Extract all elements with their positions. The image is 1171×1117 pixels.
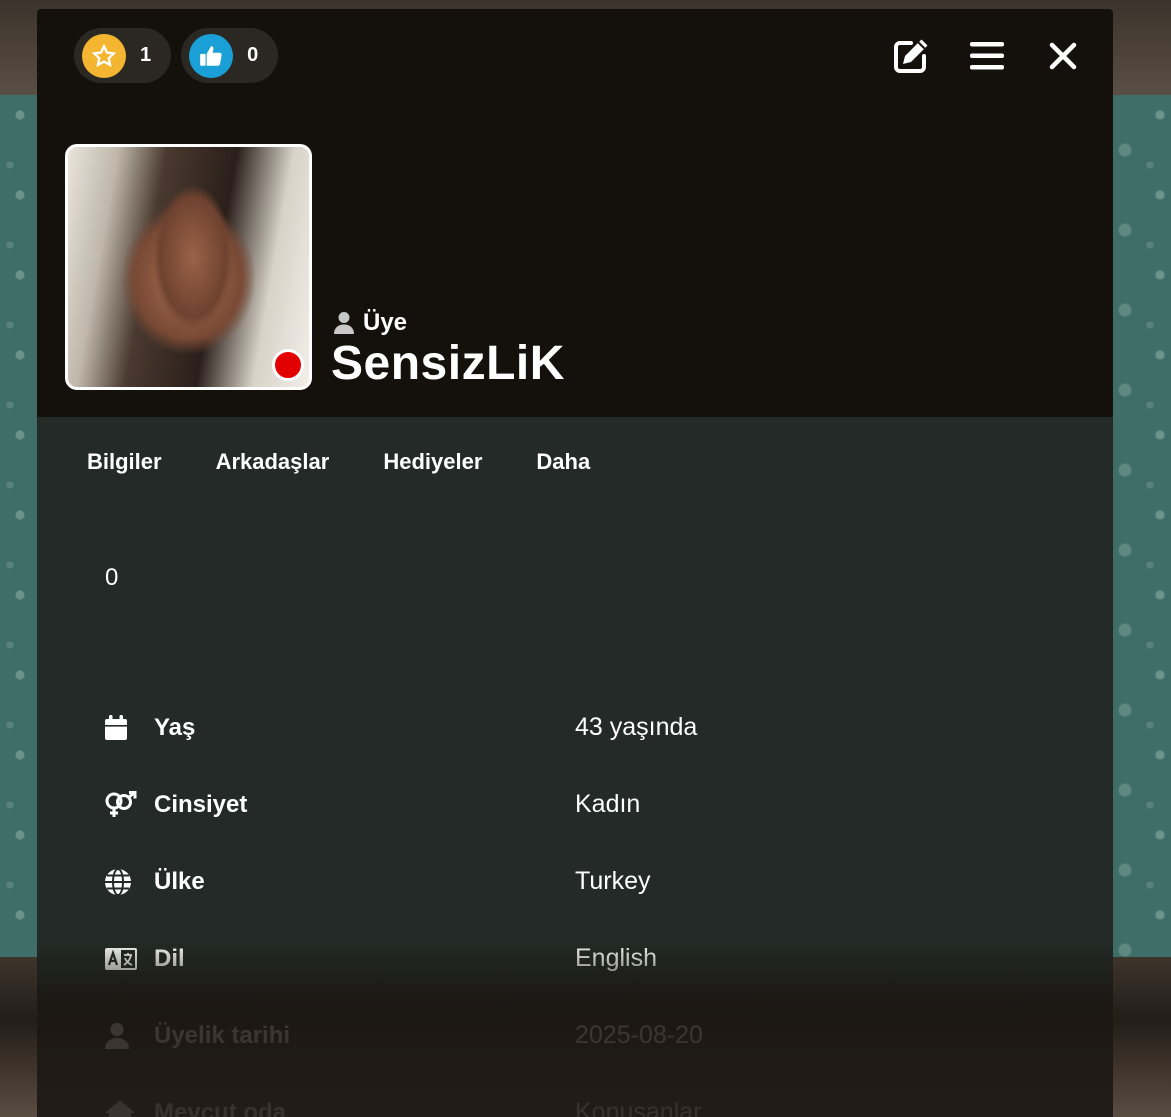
tab-info[interactable]: Bilgiler bbox=[87, 449, 162, 475]
close-icon bbox=[1049, 42, 1077, 70]
globe-icon bbox=[104, 867, 154, 896]
info-row-language: Dil English bbox=[104, 920, 1084, 997]
profile-tabs: Bilgiler Arkadaşlar Hediyeler Daha bbox=[87, 449, 644, 475]
info-label: Cinsiyet bbox=[154, 790, 248, 818]
info-label: Dil bbox=[154, 944, 185, 972]
star-icon bbox=[82, 33, 126, 78]
home-icon bbox=[104, 1099, 154, 1117]
profile-modal: 1 0 Üye SensizLiK Bilgiler Arkadaşlar He… bbox=[37, 9, 1113, 1117]
username: SensizLiK bbox=[331, 337, 565, 390]
info-row-current-room: Mevcut oda Konusanlar bbox=[104, 1074, 1084, 1117]
like-count: 0 bbox=[247, 44, 259, 66]
info-value: Kadın bbox=[575, 790, 641, 818]
avatar[interactable] bbox=[65, 144, 312, 390]
thumbs-up-icon bbox=[189, 33, 234, 78]
user-role: Üye bbox=[333, 309, 407, 337]
info-value: 43 yaşında bbox=[575, 713, 698, 741]
menu-button[interactable] bbox=[967, 36, 1007, 76]
user-icon bbox=[334, 312, 354, 334]
info-label: Mevcut oda bbox=[154, 1098, 287, 1117]
user-role-label: Üye bbox=[363, 309, 408, 336]
language-icon bbox=[104, 947, 154, 971]
profile-header: 1 0 Üye SensizLiK bbox=[37, 9, 1113, 417]
menu-icon bbox=[970, 42, 1004, 70]
info-row-age: Yaş 43 yaşında bbox=[104, 689, 1084, 766]
like-badge[interactable]: 0 bbox=[181, 28, 279, 83]
online-status-indicator bbox=[272, 349, 304, 381]
info-value: Konusanlar bbox=[575, 1098, 702, 1117]
info-label: Ülke bbox=[154, 867, 205, 895]
tab-gifts[interactable]: Hediyeler bbox=[383, 449, 482, 475]
user-icon bbox=[104, 1022, 154, 1050]
edit-icon bbox=[894, 39, 928, 73]
info-value: English bbox=[575, 944, 657, 972]
edit-button[interactable] bbox=[891, 36, 931, 76]
gender-icon bbox=[104, 790, 154, 819]
calendar-icon bbox=[104, 714, 154, 741]
header-actions bbox=[891, 36, 1083, 76]
profile-counter: 0 bbox=[105, 564, 119, 591]
info-list: Yaş 43 yaşında Cinsiyet Kadın Ülke Turke… bbox=[104, 689, 1084, 1117]
info-value: 2025-08-20 bbox=[575, 1021, 703, 1049]
tab-friends[interactable]: Arkadaşlar bbox=[216, 449, 330, 475]
badge-group: 1 0 bbox=[74, 28, 279, 83]
star-badge[interactable]: 1 bbox=[74, 28, 172, 83]
info-value: Turkey bbox=[575, 867, 651, 895]
close-button[interactable] bbox=[1043, 36, 1083, 76]
info-row-gender: Cinsiyet Kadın bbox=[104, 766, 1084, 843]
info-label: Üyelik tarihi bbox=[154, 1021, 291, 1049]
star-count: 1 bbox=[140, 44, 152, 66]
info-label: Yaş bbox=[154, 713, 196, 741]
tab-more[interactable]: Daha bbox=[536, 449, 590, 475]
info-row-country: Ülke Turkey bbox=[104, 843, 1084, 920]
info-row-member-since: Üyelik tarihi 2025-08-20 bbox=[104, 997, 1084, 1074]
